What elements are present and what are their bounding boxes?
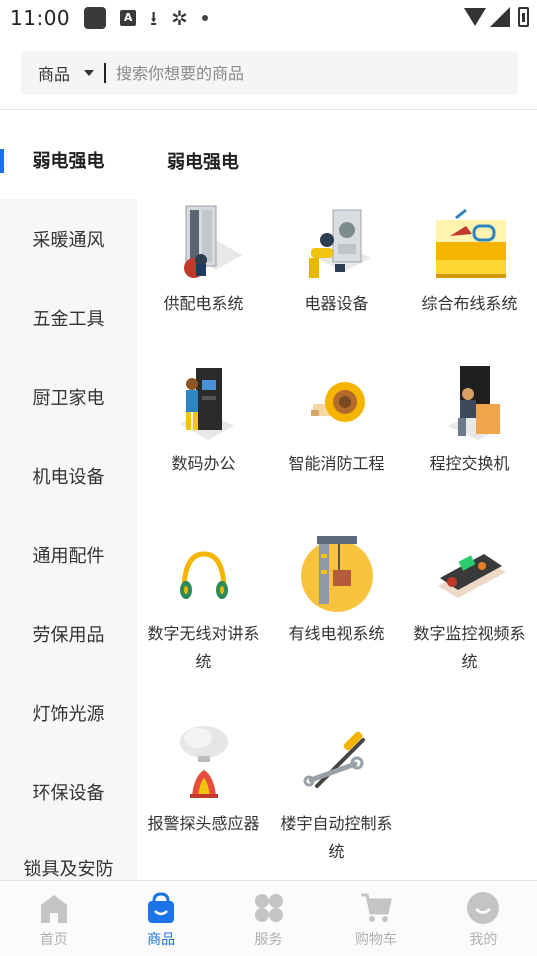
- section-title: 弱电强电: [167, 152, 239, 173]
- subcategory-item[interactable]: 电器设备: [270, 200, 403, 318]
- nav-profile[interactable]: 我的: [430, 881, 537, 956]
- video-surveillance-icon: [430, 530, 510, 616]
- nav-label-home: 首页: [39, 932, 68, 948]
- nav-products[interactable]: 商品: [107, 881, 214, 956]
- sidebar-item-kitchen-bath-appliances[interactable]: 厨卫家电: [0, 357, 137, 436]
- category-content: 弱电强电 供配电系统 电器设备 综合布线系统 数码办公 智能消防工程 程控交换机…: [137, 110, 537, 880]
- subcategory-item[interactable]: 程控交换机: [403, 360, 536, 478]
- subcategory-item[interactable]: 综合布线系统: [403, 200, 536, 318]
- caret-down-icon[interactable]: [84, 70, 95, 76]
- subcategory-label: 数字监控视频系统: [413, 624, 526, 671]
- status-time: 11:00: [10, 6, 71, 30]
- subcategory-label: 程控交换机: [429, 454, 510, 473]
- search-category-selector[interactable]: 商品: [38, 61, 70, 85]
- debug-icon: ✲: [171, 6, 188, 30]
- subcategory-item[interactable]: 有线电视系统: [270, 530, 403, 648]
- subcategory-item[interactable]: 数字无线对讲系统: [137, 530, 270, 676]
- subcategory-item[interactable]: 数码办公: [137, 360, 270, 478]
- nav-cart[interactable]: 购物车: [322, 881, 429, 956]
- search-input[interactable]: [116, 63, 477, 83]
- sidebar-item-hardware-tools[interactable]: 五金工具: [0, 278, 137, 357]
- cabling-toolbox-icon: [430, 200, 510, 286]
- sidebar-item-general-parts[interactable]: 通用配件: [0, 515, 137, 594]
- sidebar-item-environmental[interactable]: 环保设备: [0, 752, 137, 831]
- nav-home[interactable]: 首页: [0, 881, 107, 956]
- nav-label-services: 服务: [254, 932, 283, 948]
- subcategory-label: 报警探头感应器: [147, 814, 260, 833]
- power-distribution-icon: [164, 200, 244, 286]
- category-sidebar: 弱电强电 采暖通风 五金工具 厨卫家电 机电设备 通用配件 劳保用品 灯饰光源 …: [0, 110, 137, 880]
- search-divider: [104, 63, 107, 83]
- more-notifications-dot-icon: [201, 15, 208, 21]
- sidebar-item-electromechanical[interactable]: 机电设备: [0, 436, 137, 515]
- wifi-icon: [464, 8, 486, 26]
- home-icon: [37, 891, 71, 925]
- status-indicators: [464, 7, 529, 27]
- subcategory-label: 智能消防工程: [288, 454, 385, 473]
- nav-label-cart: 购物车: [354, 932, 397, 948]
- subcategory-item[interactable]: 数字监控视频系统: [403, 530, 536, 676]
- subcategory-item[interactable]: 供配电系统: [137, 200, 270, 318]
- search-bar: 商品: [21, 51, 518, 95]
- nav-label-products: 商品: [147, 932, 176, 948]
- nav-label-profile: 我的: [469, 932, 498, 948]
- download-icon: ⭳: [150, 6, 158, 30]
- subcategory-label: 电器设备: [304, 294, 369, 313]
- cable-tv-icon: [297, 530, 377, 616]
- switchboard-icon: [430, 360, 510, 446]
- subcategory-label: 楼宇自动控制系统: [280, 814, 393, 861]
- subcategory-item[interactable]: 报警探头感应器: [137, 720, 270, 838]
- subcategory-label: 供配电系统: [163, 294, 244, 313]
- subcategory-label: 有线电视系统: [288, 624, 385, 643]
- sidebar-item-safety-supplies[interactable]: 劳保用品: [0, 594, 137, 673]
- services-icon: [252, 891, 286, 925]
- subcategory-label: 综合布线系统: [421, 294, 518, 313]
- subcategory-label: 数字无线对讲系统: [147, 624, 260, 671]
- digital-office-icon: [164, 360, 244, 446]
- battery-icon: [518, 7, 529, 27]
- profile-icon: [466, 891, 500, 925]
- smoke-alarm-icon: [164, 720, 244, 806]
- cell-signal-icon: [490, 7, 510, 27]
- nav-services[interactable]: 服务: [215, 881, 322, 956]
- subcategory-label: 数码办公: [171, 454, 236, 473]
- sidebar-item-hvac[interactable]: 采暖通风: [0, 199, 137, 278]
- sidebar-item-weak-strong-current[interactable]: 弱电强电: [0, 110, 137, 199]
- notification-app-icon: [84, 7, 107, 29]
- sidebar-item-locks-security[interactable]: 锁具及安防: [0, 831, 137, 880]
- cart-icon: [359, 891, 393, 925]
- bottom-navigation: 首页 商品 服务 购物车 我的: [0, 880, 537, 956]
- building-control-tools-icon: [297, 720, 377, 806]
- subcategory-item[interactable]: 智能消防工程: [270, 360, 403, 478]
- shopping-bag-icon: [144, 891, 178, 925]
- status-bar: 11:00 A ⭳ ✲: [0, 0, 537, 36]
- measuring-tape-icon: [297, 360, 377, 446]
- subcategory-item[interactable]: 楼宇自动控制系统: [270, 720, 403, 866]
- notification-a-icon: A: [120, 10, 137, 26]
- electrical-equipment-icon: [297, 200, 377, 286]
- headphones-icon: [164, 530, 244, 616]
- sidebar-item-lighting[interactable]: 灯饰光源: [0, 673, 137, 752]
